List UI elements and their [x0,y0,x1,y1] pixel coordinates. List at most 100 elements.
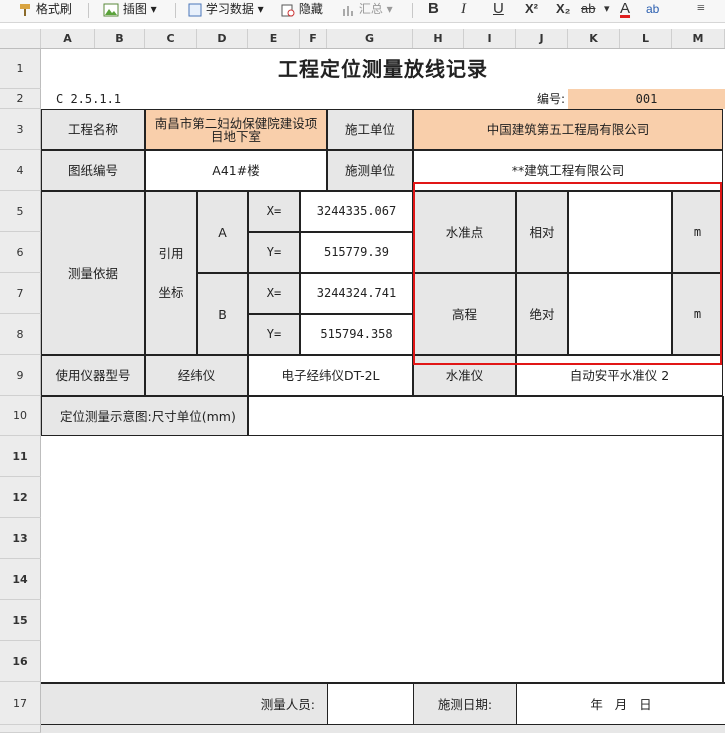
column-header[interactable]: H [413,29,464,48]
b-x-value[interactable]: 3244324.741 [300,273,413,314]
insert-chart-button[interactable]: 插图 ▾ [103,0,157,20]
row-header[interactable]: 3 [0,109,41,150]
picture-icon [103,3,119,16]
reference-label-line1: 引用 [158,246,184,261]
column-header[interactable]: K [568,29,620,48]
drawing-no-value[interactable]: A41#楼 [145,150,327,191]
row-header[interactable]: 12 [0,477,41,518]
b-y-value[interactable]: 515794.358 [300,314,413,355]
row-header[interactable]: 17 [0,682,41,725]
level-value[interactable]: 自动安平水准仪 2 [516,355,723,396]
survey-unit-label[interactable]: 施测单位 [327,150,413,191]
theodolite-label[interactable]: 经纬仪 [145,355,248,396]
row-header[interactable]: 7 [0,273,41,314]
align-icon[interactable]: ≡ [697,0,705,20]
survey-date-label[interactable]: 施测日期: [413,682,516,725]
font-color-button[interactable]: A [620,0,630,20]
diagram-area[interactable] [41,436,725,682]
format-painter-button[interactable]: 格式刷 [18,0,72,20]
phonetic-button[interactable]: ab [646,0,659,20]
elevation-label[interactable]: 高程 [413,273,516,355]
row-header[interactable]: 4 [0,150,41,191]
theodolite-value[interactable]: 电子经纬仪DT-2L [248,355,413,396]
point-b-label[interactable]: B [197,273,248,355]
column-header[interactable]: J [516,29,568,48]
project-name-value[interactable]: 南昌市第二妇幼保健院建设项目地下室 [145,109,327,150]
survey-unit-value[interactable]: **建筑工程有限公司 [413,150,723,191]
b-x-label[interactable]: X= [248,273,300,314]
underline-button[interactable]: U [493,0,504,20]
relative-value[interactable] [568,191,672,273]
bold-button[interactable]: B [428,0,439,20]
superscript-button[interactable]: X² [525,0,538,20]
surveyor-label[interactable]: 测量人员: [41,682,327,725]
surveyor-value[interactable] [327,682,413,725]
point-a-label[interactable]: A [197,191,248,273]
a-x-value[interactable]: 3244335.067 [300,191,413,232]
column-header[interactable]: B [95,29,145,48]
basis-label[interactable]: 测量依据 [41,191,145,355]
row-header[interactable]: 10 [0,396,41,436]
row-header[interactable]: 8 [0,314,41,355]
number-value[interactable]: 001 [568,89,725,109]
hide-icon [281,4,295,16]
hide-button[interactable]: 隐藏 [281,0,323,20]
a-y-value[interactable]: 515779.39 [300,232,413,273]
instrument-label[interactable]: 使用仪器型号 [41,355,145,396]
number-label[interactable]: 编号: [516,89,568,109]
b-y-label[interactable]: Y= [248,314,300,355]
a-y-label[interactable]: Y= [248,232,300,273]
column-header[interactable]: C [145,29,197,48]
drawing-no-label[interactable]: 图纸编号 [41,150,145,191]
construction-unit-value[interactable]: 中国建筑第五工程局有限公司 [413,109,723,150]
column-header[interactable]: F [300,29,327,48]
column-header[interactable]: E [248,29,300,48]
next-row [41,725,725,733]
project-name-label[interactable]: 工程名称 [41,109,145,150]
column-header[interactable]: A [41,29,95,48]
diagram-label[interactable]: 定位测量示意图:尺寸单位(mm) [41,396,248,436]
absolute-unit[interactable]: m [672,273,723,355]
reference-coordinates-label[interactable]: 引用 坐标 [145,191,197,355]
survey-date-value[interactable]: 年 月 日 [516,682,725,725]
table-icon [188,3,202,16]
relative-label[interactable]: 相对 [516,191,568,273]
subscript-button[interactable]: X₂ [556,0,570,20]
column-header[interactable]: L [620,29,672,48]
ribbon-toolbar: 格式刷 插图 ▾ 学习数据 ▾ 隐藏 汇总 ▾ B I U X² X₂ ab ▾… [0,0,725,23]
row-header[interactable]: 2 [0,89,41,109]
level-label[interactable]: 水准仪 [413,355,516,396]
absolute-value[interactable] [568,273,672,355]
format-painter-icon [20,3,30,16]
strikethrough-button[interactable]: ab [581,0,595,20]
column-header[interactable]: I [464,29,516,48]
chart-icon [343,5,353,16]
row-header[interactable]: 1 [0,49,41,89]
form-right-border [722,396,724,684]
column-header-bar: A B C D E F G H I J K L M [0,29,725,49]
form-code[interactable]: C 2.5.1.1 [41,89,191,109]
column-header[interactable]: D [197,29,248,48]
italic-button[interactable]: I [461,0,466,20]
row-header[interactable]: 16 [0,641,41,682]
summary-button[interactable]: 汇总 ▾ [341,0,393,20]
select-all-corner[interactable] [0,29,41,48]
reference-label-line2: 坐标 [158,285,184,300]
column-header[interactable]: M [672,29,725,48]
a-x-label[interactable]: X= [248,191,300,232]
row-header[interactable]: 14 [0,559,41,600]
row-header[interactable]: 9 [0,355,41,396]
row-header[interactable]: 11 [0,436,41,477]
form-title[interactable]: 工程定位测量放线记录 [41,49,725,89]
row-header[interactable]: 13 [0,518,41,559]
row-header[interactable]: 15 [0,600,41,641]
benchmark-label[interactable]: 水准点 [413,191,516,273]
row-header[interactable]: 5 [0,191,41,232]
absolute-label[interactable]: 绝对 [516,273,568,355]
diagram-value[interactable] [248,396,723,436]
construction-unit-label[interactable]: 施工单位 [327,109,413,150]
relative-unit[interactable]: m [672,191,723,273]
column-header[interactable]: G [327,29,413,48]
study-data-button[interactable]: 学习数据 ▾ [188,0,264,20]
row-header[interactable]: 6 [0,232,41,273]
